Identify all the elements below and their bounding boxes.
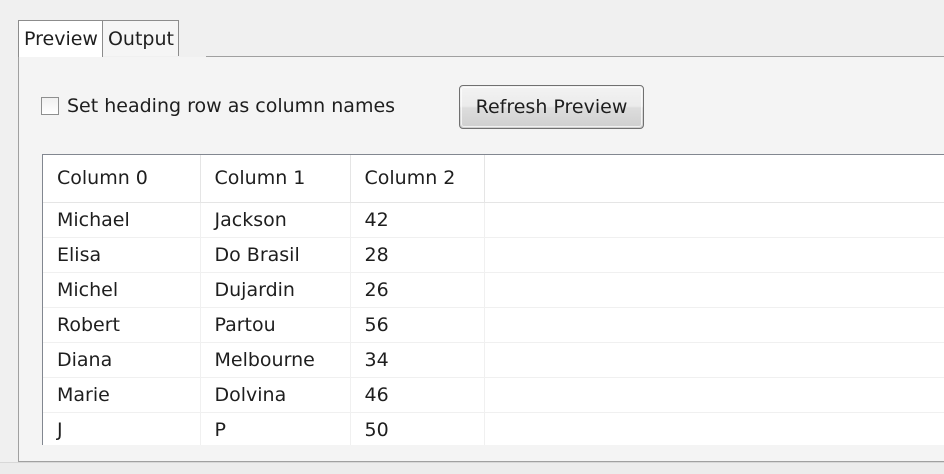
column-header[interactable]: Column 1 — [200, 155, 351, 203]
table-cell-filler — [484, 342, 944, 378]
table-cell-filler — [484, 412, 944, 445]
table-cell: Melbourne — [200, 342, 351, 378]
app-window: Preview Output Set heading row as column… — [0, 0, 944, 474]
table-header-row: Column 0 Column 1 Column 2 — [43, 155, 944, 203]
table-cell-filler — [484, 237, 944, 273]
refresh-preview-button[interactable]: Refresh Preview — [459, 85, 644, 129]
tab-preview[interactable]: Preview — [18, 20, 103, 58]
table-row[interactable]: Diana Melbourne 34 — [43, 342, 944, 378]
column-header-filler — [484, 155, 944, 203]
table-row[interactable]: Robert Partou 56 — [43, 307, 944, 343]
table-cell-filler — [484, 307, 944, 343]
table-cell: Diana — [43, 342, 201, 378]
table-cell: Robert — [43, 307, 201, 343]
table-cell: 42 — [350, 202, 485, 238]
table-cell: Michael — [43, 202, 201, 238]
table-cell: Dolvina — [200, 377, 351, 413]
preview-panel: Set heading row as column names Refresh … — [18, 57, 944, 462]
table-cell: Do Brasil — [200, 237, 351, 273]
table-cell: Partou — [200, 307, 351, 343]
top-strip — [0, 0, 944, 14]
table-cell: Michel — [43, 272, 201, 308]
preview-table-container[interactable]: Column 0 Column 1 Column 2 Michael Jacks… — [42, 154, 944, 445]
column-header[interactable]: Column 2 — [350, 155, 485, 203]
table-cell: 34 — [350, 342, 485, 378]
heading-row-checkbox[interactable] — [41, 97, 59, 115]
table-row[interactable]: Michel Dujardin 26 — [43, 272, 944, 308]
tab-bar: Preview Output — [18, 20, 179, 58]
table-cell: 50 — [350, 412, 485, 445]
table-cell-filler — [484, 202, 944, 238]
table-cell-filler — [484, 377, 944, 413]
heading-row-option: Set heading row as column names — [41, 93, 395, 119]
table-cell: Elisa — [43, 237, 201, 273]
table-cell: P — [200, 412, 351, 445]
preview-table: Column 0 Column 1 Column 2 Michael Jacks… — [43, 155, 944, 445]
table-cell-filler — [484, 272, 944, 308]
bottom-status-strip — [0, 462, 944, 474]
table-row[interactable]: Michael Jackson 42 — [43, 202, 944, 238]
table-row[interactable]: J P 50 — [43, 412, 944, 445]
table-cell: 46 — [350, 377, 485, 413]
table-cell: 28 — [350, 237, 485, 273]
table-row[interactable]: Marie Dolvina 46 — [43, 377, 944, 413]
tab-bar-filler — [206, 20, 944, 57]
tab-output[interactable]: Output — [101, 20, 179, 56]
column-header[interactable]: Column 0 — [43, 155, 201, 203]
heading-row-checkbox-label: Set heading row as column names — [67, 95, 396, 117]
table-cell: Dujardin — [200, 272, 351, 308]
table-cell: 56 — [350, 307, 485, 343]
table-cell: Marie — [43, 377, 201, 413]
table-row[interactable]: Elisa Do Brasil 28 — [43, 237, 944, 273]
table-cell: Jackson — [200, 202, 351, 238]
table-cell: J — [43, 412, 201, 445]
table-cell: 26 — [350, 272, 485, 308]
